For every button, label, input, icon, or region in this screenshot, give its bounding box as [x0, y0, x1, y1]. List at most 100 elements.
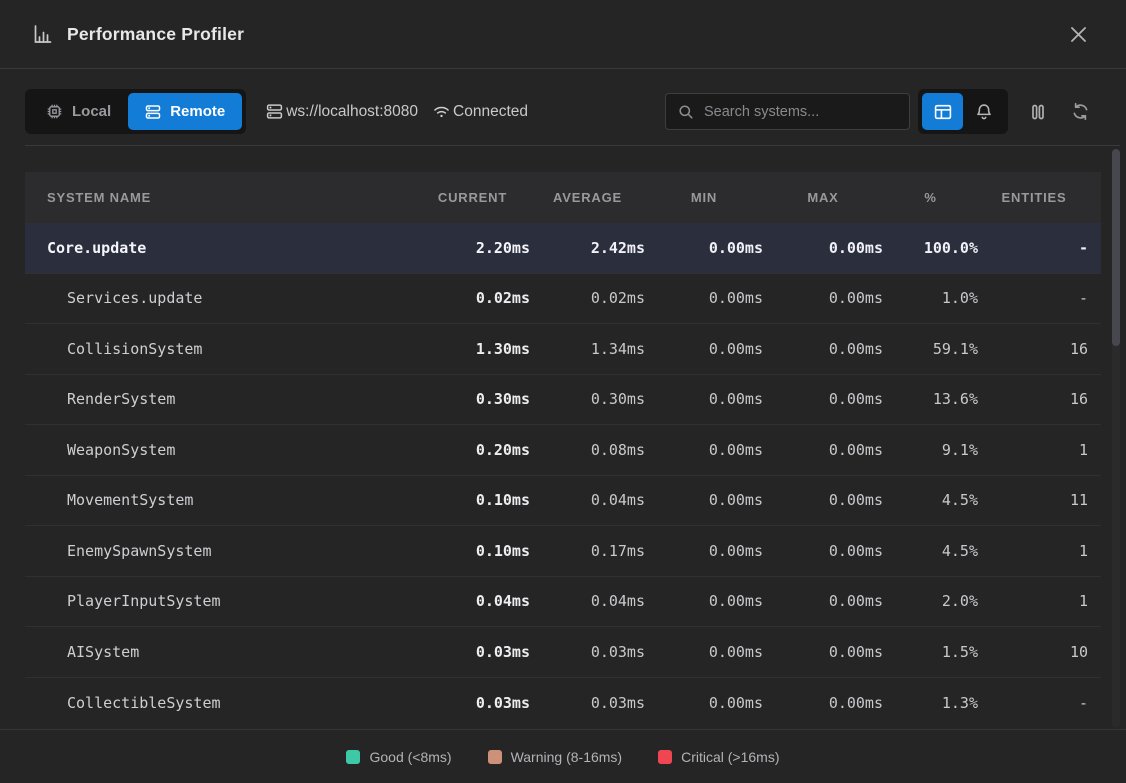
- table-row[interactable]: RenderSystem 0.30ms 0.30ms 0.00ms 0.00ms…: [25, 375, 1101, 426]
- scrollbar-thumb[interactable]: [1112, 149, 1120, 346]
- cell-current: 2.20ms: [415, 239, 530, 257]
- search-icon: [678, 104, 694, 120]
- cell-max: 0.00ms: [763, 289, 883, 307]
- bell-icon: [975, 103, 993, 121]
- cell-current: 0.10ms: [415, 542, 530, 560]
- cell-average: 0.03ms: [530, 694, 645, 712]
- table-view-button[interactable]: [922, 93, 963, 130]
- refresh-button[interactable]: [1066, 98, 1094, 126]
- table-row[interactable]: EnemySpawnSystem 0.10ms 0.17ms 0.00ms 0.…: [25, 526, 1101, 577]
- cell-system-name: PlayerInputSystem: [25, 592, 415, 610]
- cell-current: 0.02ms: [415, 289, 530, 307]
- table-row[interactable]: MovementSystem 0.10ms 0.04ms 0.00ms 0.00…: [25, 476, 1101, 527]
- toolbar: Local Remote: [25, 89, 1094, 134]
- cell-average: 1.34ms: [530, 340, 645, 358]
- column-header-average: AVERAGE: [530, 190, 645, 205]
- table-row[interactable]: PlayerInputSystem 0.04ms 0.04ms 0.00ms 0…: [25, 577, 1101, 628]
- cell-system-name: RenderSystem: [25, 390, 415, 408]
- cell-system-name: CollectibleSystem: [25, 694, 415, 712]
- cell-current: 1.30ms: [415, 340, 530, 358]
- cell-percent: 59.1%: [883, 340, 980, 358]
- local-label: Local: [72, 103, 111, 120]
- cell-min: 0.00ms: [645, 694, 763, 712]
- table-row[interactable]: Core.update 2.20ms 2.42ms 0.00ms 0.00ms …: [25, 223, 1101, 274]
- cell-min: 0.00ms: [645, 592, 763, 610]
- legend-swatch: [346, 750, 360, 764]
- column-header-entities: ENTITIES: [980, 190, 1100, 205]
- cell-entities: 16: [980, 340, 1100, 358]
- cell-max: 0.00ms: [763, 542, 883, 560]
- cell-average: 0.17ms: [530, 542, 645, 560]
- cell-min: 0.00ms: [645, 441, 763, 459]
- legend-swatch: [488, 750, 502, 764]
- cell-current: 0.03ms: [415, 643, 530, 661]
- table-row[interactable]: CollectibleSystem 0.03ms 0.03ms 0.00ms 0…: [25, 678, 1101, 729]
- column-header-percent: %: [883, 190, 980, 205]
- column-header-current: CURRENT: [415, 190, 530, 205]
- cell-system-name: CollisionSystem: [25, 340, 415, 358]
- cell-current: 0.20ms: [415, 441, 530, 459]
- table-top-divider: [25, 145, 1120, 146]
- cell-system-name: AISystem: [25, 643, 415, 661]
- alerts-button[interactable]: [963, 93, 1004, 130]
- cell-percent: 1.5%: [883, 643, 980, 661]
- cell-system-name: EnemySpawnSystem: [25, 542, 415, 560]
- server-icon: [145, 104, 161, 120]
- cell-entities: -: [980, 239, 1100, 257]
- page-title: Performance Profiler: [67, 24, 244, 45]
- performance-profiler-window: Performance Profiler Local: [0, 0, 1126, 783]
- cell-percent: 100.0%: [883, 239, 980, 257]
- table-row[interactable]: CollisionSystem 1.30ms 1.34ms 0.00ms 0.0…: [25, 324, 1101, 375]
- cell-min: 0.00ms: [645, 542, 763, 560]
- cell-percent: 1.3%: [883, 694, 980, 712]
- cell-percent: 4.5%: [883, 542, 980, 560]
- source-toggle: Local Remote: [25, 89, 246, 134]
- cell-average: 0.02ms: [530, 289, 645, 307]
- remote-tab-button[interactable]: Remote: [128, 93, 242, 130]
- table-row[interactable]: Services.update 0.02ms 0.02ms 0.00ms 0.0…: [25, 274, 1101, 325]
- close-button[interactable]: [1067, 23, 1090, 46]
- cell-max: 0.00ms: [763, 390, 883, 408]
- pause-button[interactable]: [1024, 98, 1052, 126]
- cell-entities: 10: [980, 643, 1100, 661]
- close-icon: [1069, 25, 1088, 44]
- cell-max: 0.00ms: [763, 239, 883, 257]
- search-input[interactable]: [704, 104, 897, 120]
- cell-percent: 1.0%: [883, 289, 980, 307]
- cell-max: 0.00ms: [763, 340, 883, 358]
- cell-current: 0.04ms: [415, 592, 530, 610]
- column-header-min: MIN: [645, 190, 763, 205]
- cell-entities: -: [980, 694, 1100, 712]
- column-header-max: MAX: [763, 190, 883, 205]
- legend-label: Warning (8-16ms): [511, 749, 623, 765]
- cell-min: 0.00ms: [645, 289, 763, 307]
- table-row[interactable]: AISystem 0.03ms 0.03ms 0.00ms 0.00ms 1.5…: [25, 627, 1101, 678]
- column-header-system-name: SYSTEM NAME: [25, 190, 415, 205]
- table-row[interactable]: WeaponSystem 0.20ms 0.08ms 0.00ms 0.00ms…: [25, 425, 1101, 476]
- cell-max: 0.00ms: [763, 643, 883, 661]
- cell-current: 0.03ms: [415, 694, 530, 712]
- legend-item: Warning (8-16ms): [488, 749, 623, 765]
- server-icon: [266, 103, 283, 120]
- cell-average: 0.03ms: [530, 643, 645, 661]
- cell-system-name: MovementSystem: [25, 491, 415, 509]
- cell-entities: 16: [980, 390, 1100, 408]
- cell-min: 0.00ms: [645, 390, 763, 408]
- cell-system-name: Services.update: [25, 289, 415, 307]
- cell-current: 0.30ms: [415, 390, 530, 408]
- legend-item: Good (<8ms): [346, 749, 451, 765]
- legend-swatch: [658, 750, 672, 764]
- cell-min: 0.00ms: [645, 239, 763, 257]
- table-header: SYSTEM NAME CURRENT AVERAGE MIN MAX % EN…: [25, 172, 1101, 223]
- legend-label: Critical (>16ms): [681, 749, 779, 765]
- local-tab-button[interactable]: Local: [29, 93, 128, 130]
- search-box: [665, 93, 910, 130]
- wifi-icon: [433, 103, 450, 120]
- cell-current: 0.10ms: [415, 491, 530, 509]
- table-body: Core.update 2.20ms 2.42ms 0.00ms 0.00ms …: [25, 223, 1101, 728]
- cell-min: 0.00ms: [645, 643, 763, 661]
- cell-entities: 1: [980, 592, 1100, 610]
- cell-system-name: WeaponSystem: [25, 441, 415, 459]
- refresh-icon: [1071, 102, 1090, 121]
- cpu-icon: [46, 103, 63, 120]
